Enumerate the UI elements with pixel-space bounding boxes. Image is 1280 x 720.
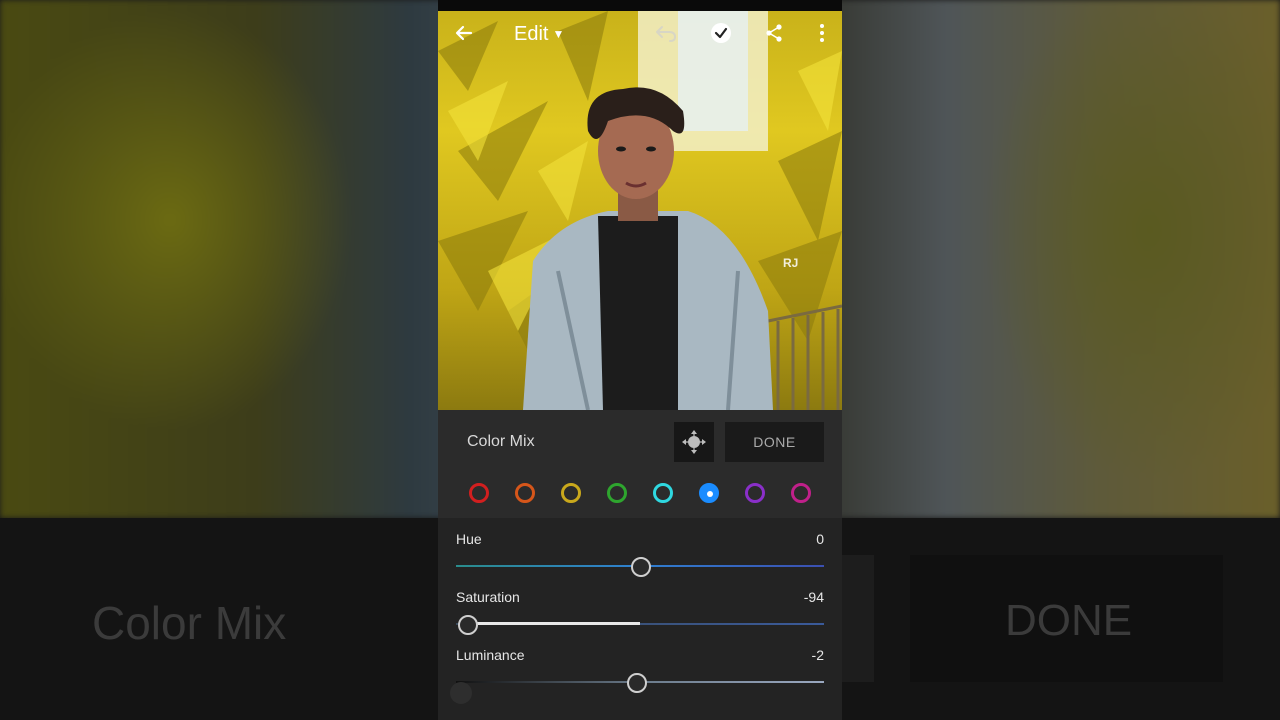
background-done-text: DONE	[1005, 596, 1133, 645]
panel-title: Color Mix	[467, 433, 535, 450]
targeted-adjustment-icon	[682, 430, 706, 454]
swatch-aqua[interactable]	[653, 483, 673, 503]
hue-slider-row: Hue 0	[456, 531, 824, 581]
swatch-blue[interactable]	[699, 483, 719, 503]
undo-icon[interactable]	[652, 19, 680, 47]
edit-dropdown[interactable]: Edit ▼	[514, 21, 564, 47]
slider-panel: Hue 0 Saturation -94 Luminance -2	[438, 518, 842, 720]
color-mix-panel: Color Mix DONE	[438, 410, 842, 518]
luminance-thumb[interactable]	[627, 673, 648, 693]
luminance-label: Luminance	[456, 647, 525, 663]
swatch-green[interactable]	[607, 483, 627, 503]
background-color-mix-text: Color Mix	[92, 597, 287, 649]
caret-down-icon: ▼	[552, 27, 565, 41]
phone-screen: RJ Edit ▼ Color Mix DONE Hue 0 Saturatio…	[438, 0, 842, 720]
saturation-value: -94	[803, 589, 824, 605]
hue-value: 0	[816, 531, 824, 547]
luminance-slider-row: Luminance -2	[456, 647, 824, 697]
share-icon[interactable]	[760, 19, 788, 47]
edit-label: Edit	[514, 22, 549, 45]
photo-preview[interactable]: RJ	[438, 11, 842, 410]
hue-thumb[interactable]	[631, 557, 651, 577]
hue-label: Hue	[456, 531, 482, 547]
done-button[interactable]: DONE	[725, 422, 824, 462]
saturation-label: Saturation	[456, 589, 520, 605]
swatch-purple[interactable]	[745, 483, 765, 503]
saturation-fill	[467, 622, 640, 625]
targeted-adjustment-button[interactable]	[674, 422, 714, 462]
swatch-magenta[interactable]	[791, 483, 811, 503]
checkmark-icon[interactable]	[707, 19, 735, 47]
swatch-red[interactable]	[469, 483, 489, 503]
saturation-thumb[interactable]	[458, 615, 479, 635]
touch-indicator	[450, 682, 472, 704]
saturation-slider-row: Saturation -94	[456, 589, 824, 639]
swatch-orange[interactable]	[515, 483, 535, 503]
top-toolbar: Edit ▼	[438, 11, 842, 55]
swatch-yellow[interactable]	[561, 483, 581, 503]
watermark-text: RJ	[783, 256, 798, 270]
more-vertical-icon[interactable]	[808, 19, 836, 47]
background-target-box	[842, 555, 874, 682]
status-bar	[438, 0, 842, 11]
photo-illustration: RJ	[438, 11, 842, 410]
arrow-left-icon[interactable]	[450, 19, 478, 47]
luminance-value: -2	[811, 647, 824, 663]
